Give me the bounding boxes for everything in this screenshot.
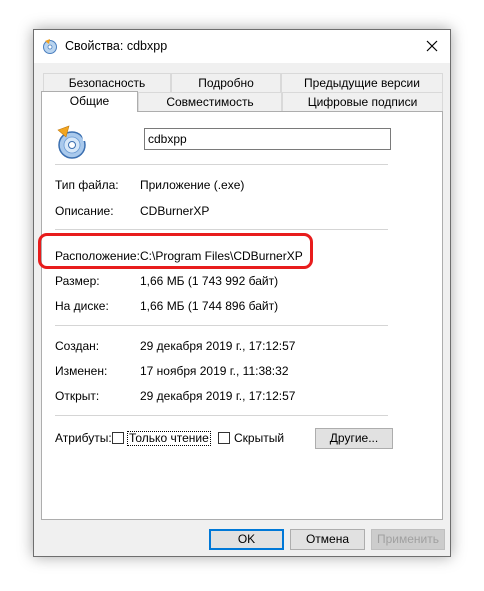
title-bar[interactable]: Свойства: cdbxpp bbox=[34, 30, 450, 63]
window-title: Свойства: cdbxpp bbox=[65, 39, 168, 53]
close-button[interactable] bbox=[414, 30, 450, 63]
size-value: 1,66 МБ (1 743 992 байт) bbox=[140, 274, 279, 288]
size-label: Размер: bbox=[55, 274, 100, 288]
file-type-label: Тип файла: bbox=[55, 178, 119, 192]
tab-previous-versions[interactable]: Предыдущие версии bbox=[281, 73, 443, 92]
separator bbox=[55, 164, 388, 165]
readonly-label[interactable]: Только чтение bbox=[127, 431, 211, 446]
location-highlight-annotation bbox=[38, 233, 313, 269]
properties-dialog: Свойства: cdbxpp Безопасность Подробно П… bbox=[33, 29, 451, 557]
general-tab-panel: cdbxpp Тип файла: Приложение (.exe) Опис… bbox=[41, 111, 443, 520]
close-icon bbox=[426, 40, 438, 52]
disk-size-label: На диске: bbox=[55, 299, 109, 313]
tab-security[interactable]: Безопасность bbox=[43, 73, 171, 92]
disk-size-value: 1,66 МБ (1 744 896 байт) bbox=[140, 299, 279, 313]
other-attributes-button[interactable]: Другие... bbox=[315, 428, 393, 449]
cd-burner-app-icon bbox=[43, 39, 57, 54]
separator bbox=[55, 229, 388, 230]
cd-burner-file-icon bbox=[57, 125, 86, 159]
readonly-checkbox[interactable] bbox=[112, 432, 124, 444]
hidden-label[interactable]: Скрытый bbox=[234, 431, 284, 445]
apply-button[interactable]: Применить bbox=[371, 529, 445, 550]
hidden-checkbox[interactable] bbox=[218, 432, 230, 444]
accessed-value: 29 декабря 2019 г., 17:12:57 bbox=[140, 389, 296, 403]
separator bbox=[55, 325, 388, 326]
ok-button[interactable]: OK bbox=[209, 529, 284, 550]
tab-general[interactable]: Общие bbox=[41, 91, 138, 112]
attributes-label: Атрибуты: bbox=[55, 431, 112, 445]
modified-value: 17 ноября 2019 г., 11:38:32 bbox=[140, 364, 289, 378]
created-value: 29 декабря 2019 г., 17:12:57 bbox=[140, 339, 296, 353]
cancel-button[interactable]: Отмена bbox=[290, 529, 365, 550]
accessed-label: Открыт: bbox=[55, 389, 100, 403]
separator bbox=[55, 415, 388, 416]
tab-details[interactable]: Подробно bbox=[171, 73, 281, 92]
file-type-value: Приложение (.exe) bbox=[140, 178, 245, 192]
description-label: Описание: bbox=[55, 204, 114, 218]
description-value: CDBurnerXP bbox=[140, 204, 210, 218]
tab-compatibility[interactable]: Совместимость bbox=[138, 92, 282, 111]
file-name-input[interactable]: cdbxpp bbox=[144, 128, 391, 150]
tab-digital-signatures[interactable]: Цифровые подписи bbox=[282, 92, 443, 111]
modified-label: Изменен: bbox=[55, 364, 108, 378]
created-label: Создан: bbox=[55, 339, 100, 353]
